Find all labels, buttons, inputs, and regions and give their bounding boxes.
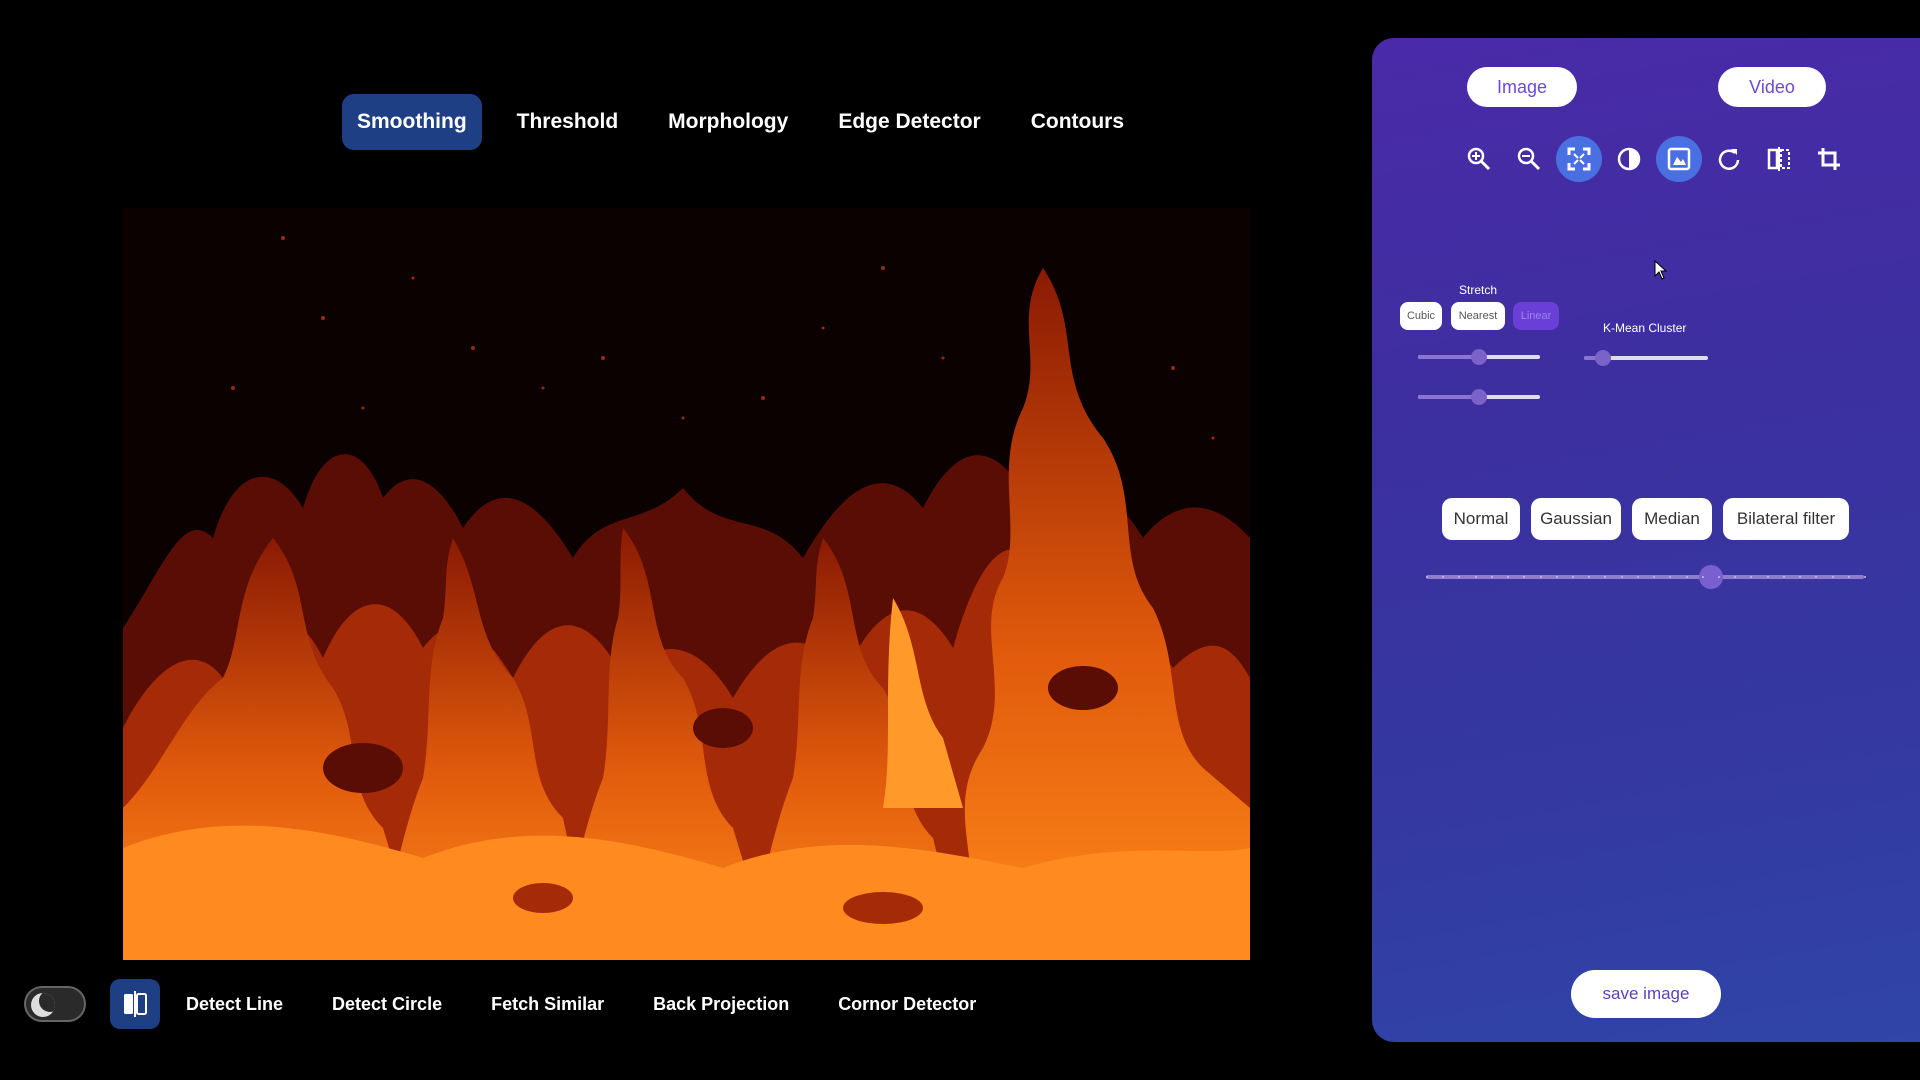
stretch-nearest-button[interactable]: Nearest <box>1451 302 1505 330</box>
stretch-cubic-button[interactable]: Cubic <box>1400 302 1442 330</box>
slider-tick <box>1766 576 1769 578</box>
image-adjust-icon[interactable] <box>1656 136 1702 182</box>
mouse-cursor-icon <box>1654 260 1668 280</box>
crop-icon[interactable] <box>1806 136 1852 182</box>
slider-tick <box>1831 576 1834 578</box>
zoom-out-icon[interactable] <box>1506 136 1552 182</box>
tool-icon-row <box>1456 136 1856 182</box>
kmean-slider[interactable] <box>1584 350 1708 366</box>
stretch-slider-2-thumb[interactable] <box>1471 389 1487 405</box>
slider-tick <box>1701 576 1704 578</box>
slider-tick <box>1864 576 1866 578</box>
image-mode-button[interactable]: Image <box>1467 67 1577 107</box>
tab-fetch-similar[interactable]: Fetch Similar <box>491 994 604 1015</box>
slider-tick <box>1799 576 1802 578</box>
slider-tick <box>1458 576 1461 578</box>
stretch-slider-1-thumb[interactable] <box>1471 349 1487 365</box>
fire-image <box>123 208 1250 960</box>
tab-corner-detector[interactable]: Cornor Detector <box>838 994 976 1015</box>
stretch-label: Stretch <box>1459 283 1498 297</box>
image-canvas[interactable] <box>123 208 1250 960</box>
filter-normal-button[interactable]: Normal <box>1442 498 1520 540</box>
slider-tick <box>1717 576 1720 578</box>
tab-edge-detector[interactable]: Edge Detector <box>823 94 995 150</box>
theme-toggle[interactable] <box>24 986 86 1022</box>
save-image-button[interactable]: save image <box>1571 970 1721 1018</box>
rotate-icon[interactable] <box>1706 136 1752 182</box>
slider-tick <box>1636 576 1639 578</box>
slider-tick <box>1847 576 1850 578</box>
slider-tick <box>1815 576 1818 578</box>
slider-tick <box>1782 576 1785 578</box>
tab-morphology[interactable]: Morphology <box>653 94 803 150</box>
processing-tabs: Smoothing Threshold Morphology Edge Dete… <box>342 94 1159 150</box>
slider-tick <box>1474 576 1477 578</box>
stretch-slider-2[interactable] <box>1418 389 1540 405</box>
fit-screen-icon[interactable] <box>1556 136 1602 182</box>
filter-median-button[interactable]: Median <box>1632 498 1712 540</box>
slider-tick <box>1750 576 1753 578</box>
flip-icon[interactable] <box>1756 136 1802 182</box>
stretch-linear-button[interactable]: Linear <box>1513 302 1559 330</box>
filter-kernel-slider[interactable] <box>1426 565 1866 589</box>
tab-back-projection[interactable]: Back Projection <box>653 994 789 1015</box>
filter-bilateral-button[interactable]: Bilateral filter <box>1723 498 1849 540</box>
slider-tick <box>1669 576 1672 578</box>
compare-button[interactable] <box>110 979 160 1029</box>
slider-tick <box>1507 576 1510 578</box>
tab-detect-line[interactable]: Detect Line <box>186 994 283 1015</box>
tab-smoothing[interactable]: Smoothing <box>342 94 482 150</box>
tab-detect-circle[interactable]: Detect Circle <box>332 994 442 1015</box>
compare-icon <box>124 991 147 1017</box>
stretch-slider-2-fill <box>1418 395 1479 399</box>
slider-tick <box>1571 576 1574 578</box>
slider-tick <box>1490 576 1493 578</box>
slider-tick <box>1653 576 1656 578</box>
tab-contours[interactable]: Contours <box>1016 94 1139 150</box>
slider-tick <box>1539 576 1542 578</box>
stretch-slider-1-fill <box>1418 355 1479 359</box>
slider-tick <box>1588 576 1591 578</box>
slider-tick <box>1442 576 1445 578</box>
slider-tick <box>1426 576 1428 578</box>
slider-tick <box>1523 576 1526 578</box>
contrast-icon[interactable] <box>1606 136 1652 182</box>
zoom-in-icon[interactable] <box>1456 136 1502 182</box>
tab-threshold[interactable]: Threshold <box>502 94 634 150</box>
kmean-label: K-Mean Cluster <box>1603 321 1687 335</box>
stretch-slider-1[interactable] <box>1418 349 1540 365</box>
slider-tick <box>1685 576 1688 578</box>
slider-tick <box>1734 576 1737 578</box>
control-panel: Image Video Stretch Cubic Nearest Linear <box>1372 38 1920 1042</box>
video-mode-button[interactable]: Video <box>1718 67 1826 107</box>
moon-icon <box>31 993 55 1017</box>
slider-tick <box>1555 576 1558 578</box>
slider-tick <box>1620 576 1623 578</box>
bottom-toolbar: Detect Line Detect Circle Fetch Similar … <box>24 979 1025 1029</box>
slider-tick <box>1604 576 1607 578</box>
kmean-slider-thumb[interactable] <box>1594 350 1611 366</box>
filter-gaussian-button[interactable]: Gaussian <box>1531 498 1621 540</box>
